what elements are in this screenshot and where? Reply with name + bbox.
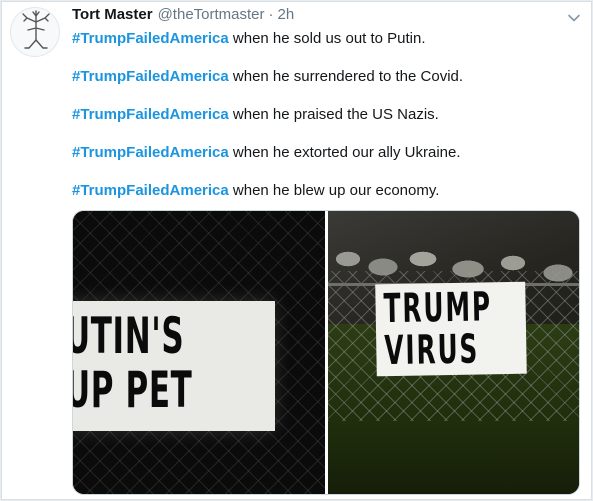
media-photo-right[interactable]: TRUMP VIRUS (328, 211, 579, 494)
tweet-line-text: when he extorted our ally Ukraine. (228, 144, 461, 161)
author-handle[interactable]: @theTortmaster (158, 6, 265, 23)
hashtag-link[interactable]: #TrumpFailedAmerica (72, 30, 229, 47)
chevron-down-icon (568, 14, 580, 22)
author-name[interactable]: Tort Master (72, 6, 153, 23)
sign-left-line: UP PET (73, 361, 193, 419)
separator-dot: · (268, 6, 274, 23)
tweet-line-text: when he blew up our economy. (228, 182, 440, 199)
tweet-line: #TrumpFailedAmerica when he blew up our … (72, 181, 572, 200)
tweet-media: UTIN'S UP PET TRUMP VIRUS (72, 210, 580, 495)
tweet-line: #TrumpFailedAmerica when he sold us out … (72, 29, 572, 48)
sign-right-text: TRUMP VIRUS (383, 284, 493, 375)
tweet-line: #TrumpFailedAmerica when he surrendered … (72, 67, 572, 86)
sign-right-line: VIRUS (383, 326, 480, 375)
tweet-header: Tort Master @theTortmaster · 2h (72, 6, 294, 28)
stick-figure-avatar-icon (22, 10, 50, 49)
sign-left-text: UTIN'S UP PET (73, 309, 195, 417)
sign-left: UTIN'S UP PET (73, 301, 275, 431)
tweet-line: #TrumpFailedAmerica when he extorted our… (72, 143, 572, 162)
media-photo-left[interactable]: UTIN'S UP PET (73, 211, 325, 494)
tweet-line-text: when he surrendered to the Covid. (228, 68, 464, 85)
sign-right-line: TRUMP (383, 284, 493, 333)
tweet-text: #TrumpFailedAmerica when he sold us out … (72, 29, 572, 219)
hashtag-link[interactable]: #TrumpFailedAmerica (72, 106, 229, 123)
timestamp[interactable]: 2h (278, 6, 295, 23)
sign-right: TRUMP VIRUS (375, 281, 527, 377)
hashtag-link[interactable]: #TrumpFailedAmerica (72, 144, 229, 161)
tweet-menu-button[interactable] (567, 11, 581, 25)
tweet-line: #TrumpFailedAmerica when he praised the … (72, 105, 572, 124)
hashtag-link[interactable]: #TrumpFailedAmerica (72, 182, 229, 199)
sign-left-line: UTIN'S (73, 307, 185, 365)
hashtag-link[interactable]: #TrumpFailedAmerica (72, 68, 229, 85)
tweet-line-text: when he praised the US Nazis. (228, 106, 439, 123)
avatar[interactable] (10, 7, 60, 57)
tweet-line-text: when he sold us out to Putin. (228, 30, 426, 47)
tweet-card[interactable]: Tort Master @theTortmaster · 2h #TrumpFa… (1, 1, 592, 500)
